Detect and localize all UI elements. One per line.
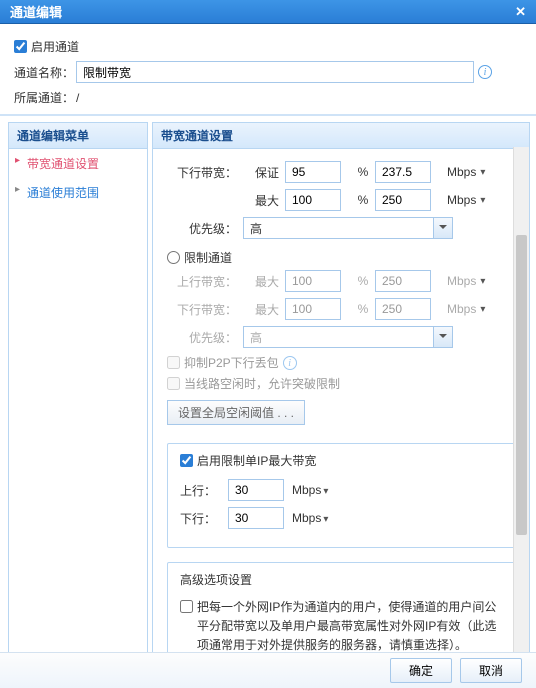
per-ip-fieldset: 启用限制单IP最大带宽 上行： Mbps▾ 下行： Mbps▾: [167, 443, 515, 548]
chevron-down-icon: ▾: [480, 195, 485, 206]
sidebar-item-bandwidth[interactable]: 带宽通道设置: [9, 149, 147, 178]
unit-mbps-3: Mbps▾: [447, 274, 499, 288]
guarantee-label: 保证: [243, 164, 279, 181]
channel-name-input[interactable]: [76, 61, 474, 83]
advanced-wanip-checkbox[interactable]: [180, 600, 193, 613]
limit-max-label-2: 最大: [243, 301, 279, 318]
down-guarantee-pct-input[interactable]: [285, 161, 341, 183]
limit-bandwidth-grid: 上行带宽： 最大 % Mbps▾ 下行带宽： 最大 % Mbps▾: [167, 270, 515, 320]
scrollbar-thumb[interactable]: [516, 235, 527, 535]
allow-burst-label: 当线路空闲时，允许突破限制: [184, 375, 340, 392]
limit-up-label: 上行带宽：: [167, 273, 237, 290]
advanced-title: 高级选项设置: [180, 571, 502, 588]
top-form: 启用通道 通道名称： i 所属通道： /: [0, 24, 536, 116]
pct-symbol-3: %: [357, 274, 369, 288]
priority-select[interactable]: 高: [243, 217, 453, 239]
chevron-down-icon: [439, 334, 447, 342]
parent-channel-label: 所属通道：: [14, 89, 76, 106]
unit-mbps-4: Mbps▾: [447, 302, 499, 316]
per-ip-up-input[interactable]: [228, 479, 284, 501]
titlebar: 通道编辑 ✕: [0, 0, 536, 24]
channel-name-label: 通道名称：: [14, 64, 76, 81]
pct-symbol-4: %: [357, 302, 369, 316]
chevron-down-icon: ▾: [480, 304, 485, 315]
limit-priority-label: 优先级：: [167, 329, 237, 346]
unit-mbps-2[interactable]: Mbps▾: [447, 193, 499, 207]
info-icon[interactable]: i: [478, 65, 492, 79]
suppress-p2p-checkbox: [167, 356, 180, 369]
per-ip-title: 启用限制单IP最大带宽: [197, 452, 316, 469]
chevron-down-icon: [439, 225, 447, 233]
chevron-down-icon: ▾: [323, 486, 328, 497]
down-bandwidth-label: 下行带宽：: [167, 164, 237, 181]
enable-channel-label: 启用通道: [31, 38, 79, 55]
chevron-down-icon: ▾: [480, 276, 485, 287]
parent-channel-value: /: [76, 91, 79, 105]
unit-mbps-5[interactable]: Mbps▾: [292, 483, 328, 497]
idle-threshold-button: 设置全局空闲阈值 . . .: [167, 400, 305, 425]
sidebar-header: 通道编辑菜单: [9, 123, 147, 149]
max-label: 最大: [243, 192, 279, 209]
allow-burst-checkbox: [167, 377, 180, 390]
down-bandwidth-grid: 下行带宽： 保证 % Mbps▾ 最大 % Mbps▾: [167, 161, 515, 211]
limit-up-pct-input: [285, 270, 341, 292]
main-panel-header: 带宽通道设置: [153, 123, 529, 149]
limit-down-label: 下行带宽：: [167, 301, 237, 318]
cancel-button[interactable]: 取消: [460, 658, 522, 683]
limit-down-mbps-input: [375, 298, 431, 320]
priority-label: 优先级：: [167, 220, 237, 237]
enable-channel-checkbox[interactable]: [14, 40, 27, 53]
window-title: 通道编辑: [10, 2, 62, 21]
close-icon[interactable]: ✕: [515, 4, 526, 20]
footer: 确定 取消: [0, 652, 536, 688]
main-panel: 带宽通道设置 下行带宽： 保证 % Mbps▾ 最大 % Mbps▾ 优先级：: [152, 122, 530, 668]
unit-mbps-6[interactable]: Mbps▾: [292, 511, 328, 525]
suppress-p2p-label: 抑制P2P下行丢包: [184, 354, 279, 371]
scrollbar-track[interactable]: [513, 147, 529, 667]
limit-channel-radio[interactable]: [167, 251, 180, 264]
down-max-pct-input[interactable]: [285, 189, 341, 211]
limit-up-mbps-input: [375, 270, 431, 292]
advanced-checkbox-text: 把每一个外网IP作为通道内的用户，使得通道的用户间公平分配带宽以及单用户最高带宽…: [197, 598, 502, 656]
per-ip-checkbox[interactable]: [180, 454, 193, 467]
per-ip-down-label: 下行：: [180, 510, 220, 527]
sidebar: 通道编辑菜单 带宽通道设置 通道使用范围: [8, 122, 148, 668]
limit-priority-select: 高: [243, 326, 453, 348]
sidebar-item-scope[interactable]: 通道使用范围: [9, 178, 147, 207]
down-guarantee-mbps-input[interactable]: [375, 161, 431, 183]
chevron-down-icon: ▾: [480, 167, 485, 178]
unit-mbps[interactable]: Mbps▾: [447, 165, 499, 179]
limit-max-label-1: 最大: [243, 273, 279, 290]
per-ip-down-input[interactable]: [228, 507, 284, 529]
limit-down-pct-input: [285, 298, 341, 320]
info-icon: i: [283, 356, 297, 370]
limit-channel-label: 限制通道: [184, 249, 232, 266]
pct-symbol-2: %: [357, 193, 369, 207]
per-ip-up-label: 上行：: [180, 482, 220, 499]
chevron-down-icon: ▾: [323, 514, 328, 525]
down-max-mbps-input[interactable]: [375, 189, 431, 211]
ok-button[interactable]: 确定: [390, 658, 452, 683]
pct-symbol: %: [357, 165, 369, 179]
